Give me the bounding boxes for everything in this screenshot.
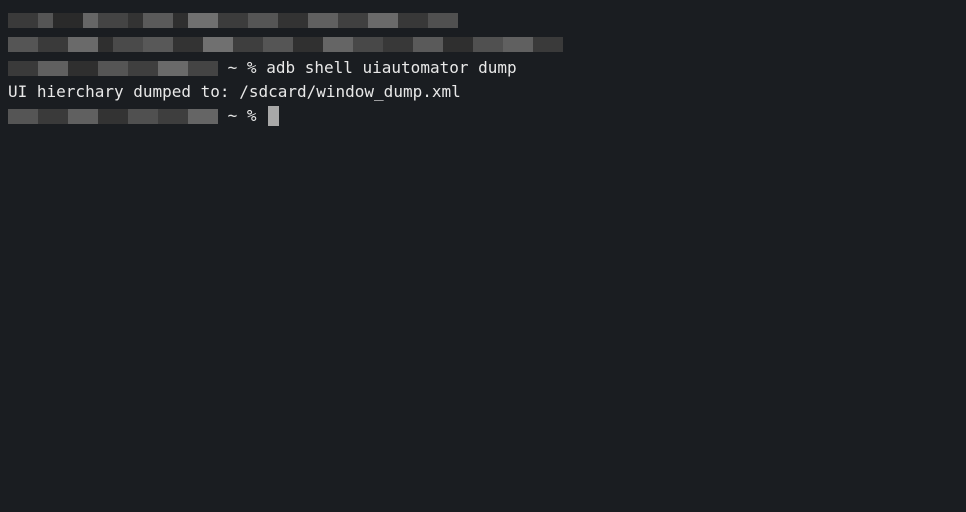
command-text: adb shell uiautomator dump bbox=[266, 56, 516, 80]
prompt-symbol: ~ % bbox=[218, 104, 266, 128]
output-text: UI hierchary dumped to: /sdcard/window_d… bbox=[8, 80, 461, 104]
terminal-window[interactable]: ~ % adb shell uiautomator dump UI hierch… bbox=[8, 8, 958, 504]
terminal-line: ~ % adb shell uiautomator dump bbox=[8, 56, 958, 80]
redacted-hostname bbox=[8, 56, 218, 80]
cursor[interactable] bbox=[268, 106, 279, 126]
prompt-symbol: ~ % bbox=[218, 56, 266, 80]
terminal-output-line: UI hierchary dumped to: /sdcard/window_d… bbox=[8, 80, 958, 104]
terminal-line: ~ % bbox=[8, 104, 958, 128]
redacted-header-line bbox=[8, 8, 958, 32]
redacted-hostname bbox=[8, 104, 218, 128]
redacted-header-line bbox=[8, 32, 958, 56]
